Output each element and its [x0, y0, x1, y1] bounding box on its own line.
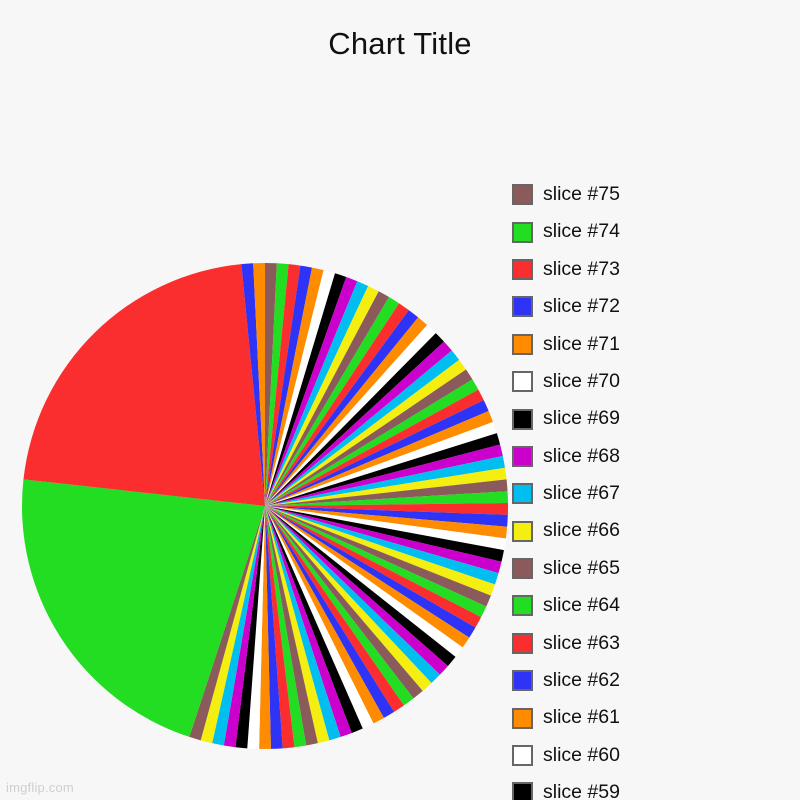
legend-swatch — [512, 595, 533, 617]
legend-swatch — [512, 296, 533, 318]
legend-swatch — [512, 782, 533, 800]
legend-item[interactable]: slice #71 — [512, 326, 800, 363]
legend-swatch — [512, 558, 533, 580]
legend-item[interactable]: slice #67 — [512, 475, 800, 512]
legend-swatch — [512, 520, 533, 542]
legend-item[interactable]: slice #61 — [512, 699, 800, 736]
legend-swatch — [512, 371, 533, 393]
legend-label: slice #69 — [543, 407, 620, 430]
chart-legend: slice #75 slice #74 slice #73 slice #72 slic… — [512, 176, 800, 800]
legend-item[interactable]: slice #63 — [512, 625, 800, 662]
legend-label: slice #72 — [543, 295, 620, 318]
legend-label: slice #60 — [543, 743, 620, 766]
legend-swatch — [512, 221, 533, 243]
legend-item[interactable]: slice #70 — [512, 363, 800, 400]
legend-swatch — [512, 408, 533, 430]
legend-swatch — [512, 707, 533, 729]
legend-item[interactable]: slice #74 — [512, 213, 800, 250]
legend-item[interactable]: slice #59 — [512, 774, 800, 800]
legend-item[interactable]: slice #68 — [512, 438, 800, 475]
legend-item[interactable]: slice #60 — [512, 737, 800, 774]
legend-label: slice #59 — [543, 781, 620, 800]
legend-label: slice #61 — [543, 706, 620, 729]
legend-item[interactable]: slice #72 — [512, 288, 800, 325]
legend-label: slice #66 — [543, 519, 620, 542]
legend-item[interactable]: slice #66 — [512, 513, 800, 550]
legend-swatch — [512, 184, 533, 206]
pie-plot-area — [22, 263, 509, 750]
legend-label: slice #67 — [543, 482, 620, 505]
legend-label: slice #68 — [543, 444, 620, 467]
legend-label: slice #71 — [543, 332, 620, 355]
legend-swatch — [512, 445, 533, 467]
legend-swatch — [512, 483, 533, 505]
legend-item[interactable]: slice #65 — [512, 550, 800, 587]
legend-label: slice #63 — [543, 631, 620, 654]
legend-swatch — [512, 632, 533, 654]
pie-slice[interactable] — [23, 264, 265, 506]
legend-swatch — [512, 258, 533, 280]
legend-item[interactable]: slice #64 — [512, 587, 800, 624]
legend-swatch — [512, 670, 533, 692]
page-title: Chart Title — [328, 26, 472, 61]
legend-label: slice #73 — [543, 257, 620, 280]
legend-item[interactable]: slice #69 — [512, 400, 800, 437]
legend-label: slice #62 — [543, 669, 620, 692]
legend-item[interactable]: slice #62 — [512, 662, 800, 699]
legend-label: slice #65 — [543, 556, 620, 579]
legend-item[interactable]: slice #73 — [512, 251, 800, 288]
pie-svg — [22, 263, 509, 750]
pie-chart-figure: Chart Title slice #75 slice #74 slice #73 s… — [0, 0, 800, 800]
imgflip-watermark: imgflip.com — [6, 780, 74, 795]
legend-label: slice #75 — [543, 182, 620, 205]
legend-label: slice #64 — [543, 594, 620, 617]
legend-item[interactable]: slice #75 — [512, 176, 800, 213]
legend-label: slice #74 — [543, 220, 620, 243]
legend-label: slice #70 — [543, 369, 620, 392]
legend-swatch — [512, 333, 533, 355]
legend-swatch — [512, 745, 533, 767]
